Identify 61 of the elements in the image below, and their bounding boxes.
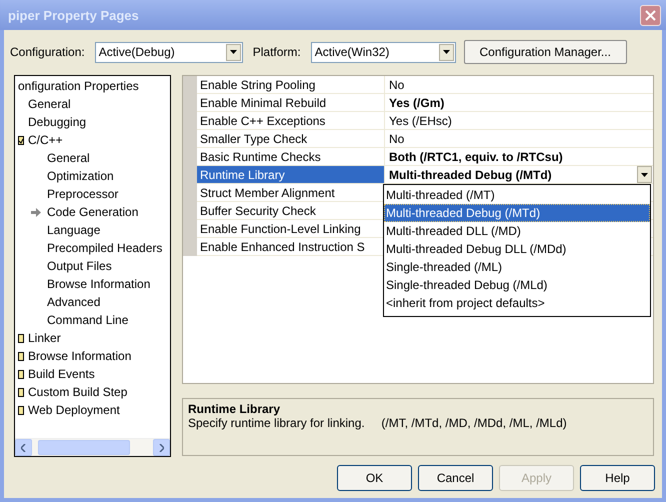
caret-icon xyxy=(442,50,450,54)
tree-item[interactable]: Custom Build Step xyxy=(28,385,128,399)
caret-icon xyxy=(230,50,237,54)
tree-item[interactable]: Precompiled Headers xyxy=(47,241,162,255)
tree-item[interactable]: General xyxy=(28,97,71,111)
property-name[interactable]: Runtime Library xyxy=(197,166,385,184)
tree-item[interactable]: C/C++ xyxy=(28,133,63,147)
dropdown-option[interactable]: Multi-threaded Debug DLL (/MDd) xyxy=(384,240,650,258)
property-name[interactable]: Enable String Pooling xyxy=(197,76,385,94)
node-icon[interactable] xyxy=(18,406,24,414)
tree-item[interactable]: Output Files xyxy=(47,259,112,273)
tree-item[interactable]: Build Events xyxy=(28,367,95,381)
tree-item[interactable]: Debugging xyxy=(28,115,86,129)
tree-item[interactable]: Optimization xyxy=(47,169,114,183)
close-button[interactable] xyxy=(640,4,661,26)
property-value[interactable]: Both (/RTC1, equiv. to /RTCsu) xyxy=(385,148,653,166)
tree-item[interactable]: onfiguration Properties xyxy=(18,79,139,93)
window-title: piper Property Pages xyxy=(8,8,139,22)
scroll-right-button[interactable] xyxy=(153,439,170,456)
property-name[interactable]: Smaller Type Check xyxy=(197,130,385,148)
node-icon[interactable] xyxy=(18,388,24,396)
platform-dropdown[interactable]: Active(Win32) xyxy=(310,42,456,62)
tree-item[interactable]: Preprocessor xyxy=(47,187,118,201)
tree-item[interactable]: Web Deployment xyxy=(28,403,120,417)
node-icon[interactable] xyxy=(18,334,24,342)
dropdown-option[interactable]: Multi-threaded DLL (/MD) xyxy=(384,222,650,240)
property-value[interactable]: No xyxy=(385,130,653,148)
property-value[interactable]: Yes (/EHsc) xyxy=(385,112,653,130)
tree-item[interactable]: Linker xyxy=(28,331,61,345)
close-icon xyxy=(645,10,656,20)
dialog-button[interactable]: Cancel xyxy=(418,465,493,491)
property-value[interactable]: No xyxy=(385,76,653,94)
caret-icon xyxy=(641,172,648,176)
platform-label: Platform: xyxy=(252,45,301,59)
property-value[interactable]: Yes (/Gm) xyxy=(385,94,653,112)
dropdown-option[interactable]: <inherit from project defaults> xyxy=(384,294,650,312)
property-name[interactable]: Enable C++ Exceptions xyxy=(197,112,385,130)
dropdown-option[interactable]: Multi-threaded (/MT) xyxy=(384,186,650,204)
property-name[interactable]: Enable Minimal Rebuild xyxy=(197,94,385,112)
node-icon[interactable] xyxy=(18,370,24,378)
scroll-left-button[interactable] xyxy=(15,439,32,456)
tree-item[interactable]: Browse Information xyxy=(47,277,150,291)
tree-item[interactable]: Language xyxy=(47,223,100,237)
dialog-button[interactable]: Help xyxy=(580,465,655,491)
tree-item[interactable]: Command Line xyxy=(47,313,128,327)
description-title: Runtime Library xyxy=(188,402,282,416)
dropdown-option[interactable]: Single-threaded (/ML) xyxy=(384,258,650,276)
dropdown-option[interactable]: Multi-threaded Debug (/MTd) xyxy=(384,204,650,222)
dropdown-option[interactable]: Single-threaded Debug (/MLd) xyxy=(384,276,650,294)
tree-item[interactable]: Advanced xyxy=(47,295,100,309)
configuration-manager-button[interactable]: Configuration Manager... xyxy=(464,40,627,64)
configuration-label: Configuration: xyxy=(10,45,85,59)
scroll-thumb[interactable] xyxy=(38,440,130,455)
node-icon[interactable] xyxy=(18,136,24,144)
configuration-dropdown[interactable]: Active(Debug) xyxy=(94,42,243,62)
tree-item[interactable]: General xyxy=(47,151,90,165)
dialog-button[interactable]: OK xyxy=(337,465,412,491)
tree-item[interactable]: Browse Information xyxy=(28,349,132,363)
node-icon[interactable] xyxy=(18,352,24,360)
description-text: Specify runtime library for linking. (/MT, /MTd, /MD, /MDd, /ML, /MLd) xyxy=(188,416,568,430)
tree-item[interactable]: Code Generation xyxy=(47,205,138,219)
